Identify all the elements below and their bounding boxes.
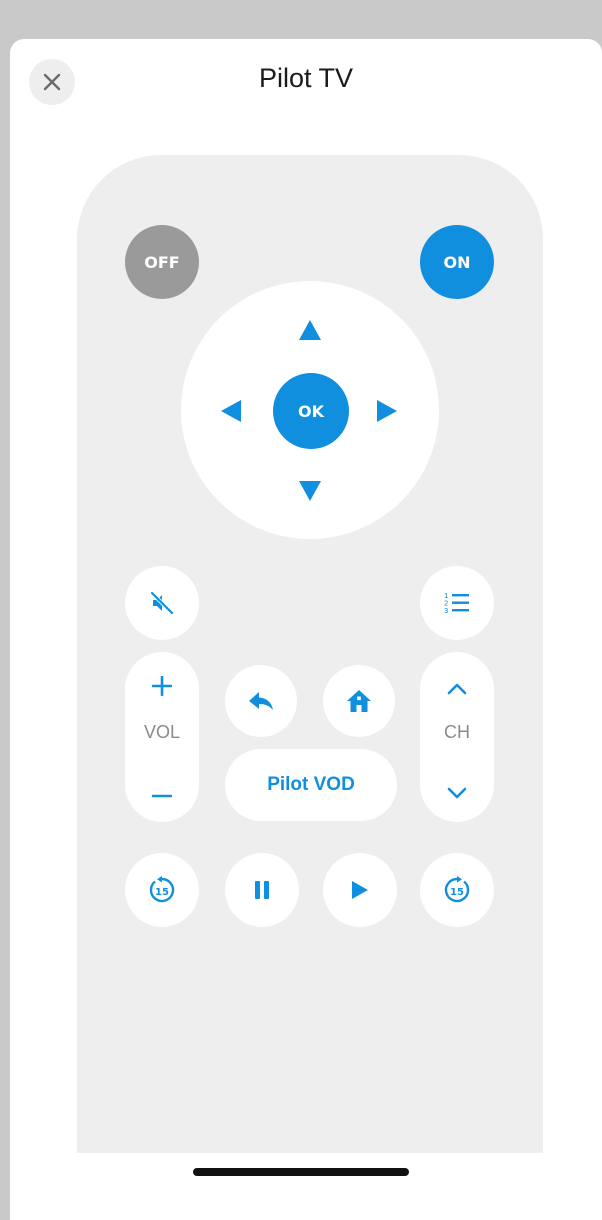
- right-arrow-button[interactable]: [377, 400, 397, 422]
- home-button[interactable]: [323, 665, 395, 737]
- power-on-button[interactable]: ON: [420, 225, 494, 299]
- channel-label: CH: [444, 722, 470, 742]
- channel-list-icon: 1 2 3: [444, 592, 469, 615]
- volume-rocker: VOL: [125, 652, 199, 822]
- up-arrow-button[interactable]: [299, 320, 321, 340]
- ok-button[interactable]: OK: [273, 373, 349, 449]
- modal-sheet: Pilot TV OFF ON OK 1 2 3 VOL Pilot VOD C…: [10, 39, 602, 1220]
- channel-up-button[interactable]: [420, 666, 494, 710]
- down-arrow-button[interactable]: [299, 481, 321, 501]
- back-icon: [249, 692, 273, 710]
- page-title: Pilot TV: [258, 63, 354, 93]
- left-arrow-button[interactable]: [221, 400, 241, 422]
- replay-15-icon: 15: [149, 876, 175, 903]
- plus-icon: [152, 676, 172, 696]
- svg-text:3: 3: [444, 607, 448, 615]
- chevron-down-icon: [447, 787, 467, 799]
- volume-label: VOL: [143, 722, 181, 742]
- mute-icon: [150, 591, 174, 615]
- channel-list-button[interactable]: 1 2 3: [420, 566, 494, 640]
- power-off-button[interactable]: OFF: [125, 225, 199, 299]
- chevron-up-icon: [447, 683, 467, 695]
- mute-button[interactable]: [125, 566, 199, 640]
- pilot-vod-button[interactable]: Pilot VOD: [225, 749, 397, 821]
- dpad: OK: [181, 281, 439, 539]
- home-indicator[interactable]: [193, 1168, 409, 1176]
- play-icon: [352, 881, 368, 899]
- volume-up-button[interactable]: [125, 664, 199, 708]
- back-button[interactable]: [225, 665, 297, 737]
- play-button[interactable]: [323, 853, 397, 927]
- volume-down-button[interactable]: [125, 774, 199, 818]
- replay-15-button[interactable]: 15: [125, 853, 199, 927]
- forward-seconds: 15: [450, 887, 464, 898]
- remote-control: OFF ON OK 1 2 3 VOL Pilot VOD CH 15 15: [77, 155, 543, 1153]
- forward-15-button[interactable]: 15: [420, 853, 494, 927]
- minus-icon: [152, 794, 172, 798]
- pause-icon: [255, 881, 269, 899]
- pause-button[interactable]: [225, 853, 299, 927]
- replay-seconds: 15: [155, 887, 169, 898]
- channel-rocker: CH: [420, 652, 494, 822]
- home-icon: [347, 690, 371, 712]
- forward-15-icon: 15: [444, 876, 470, 903]
- channel-down-button[interactable]: [420, 772, 494, 816]
